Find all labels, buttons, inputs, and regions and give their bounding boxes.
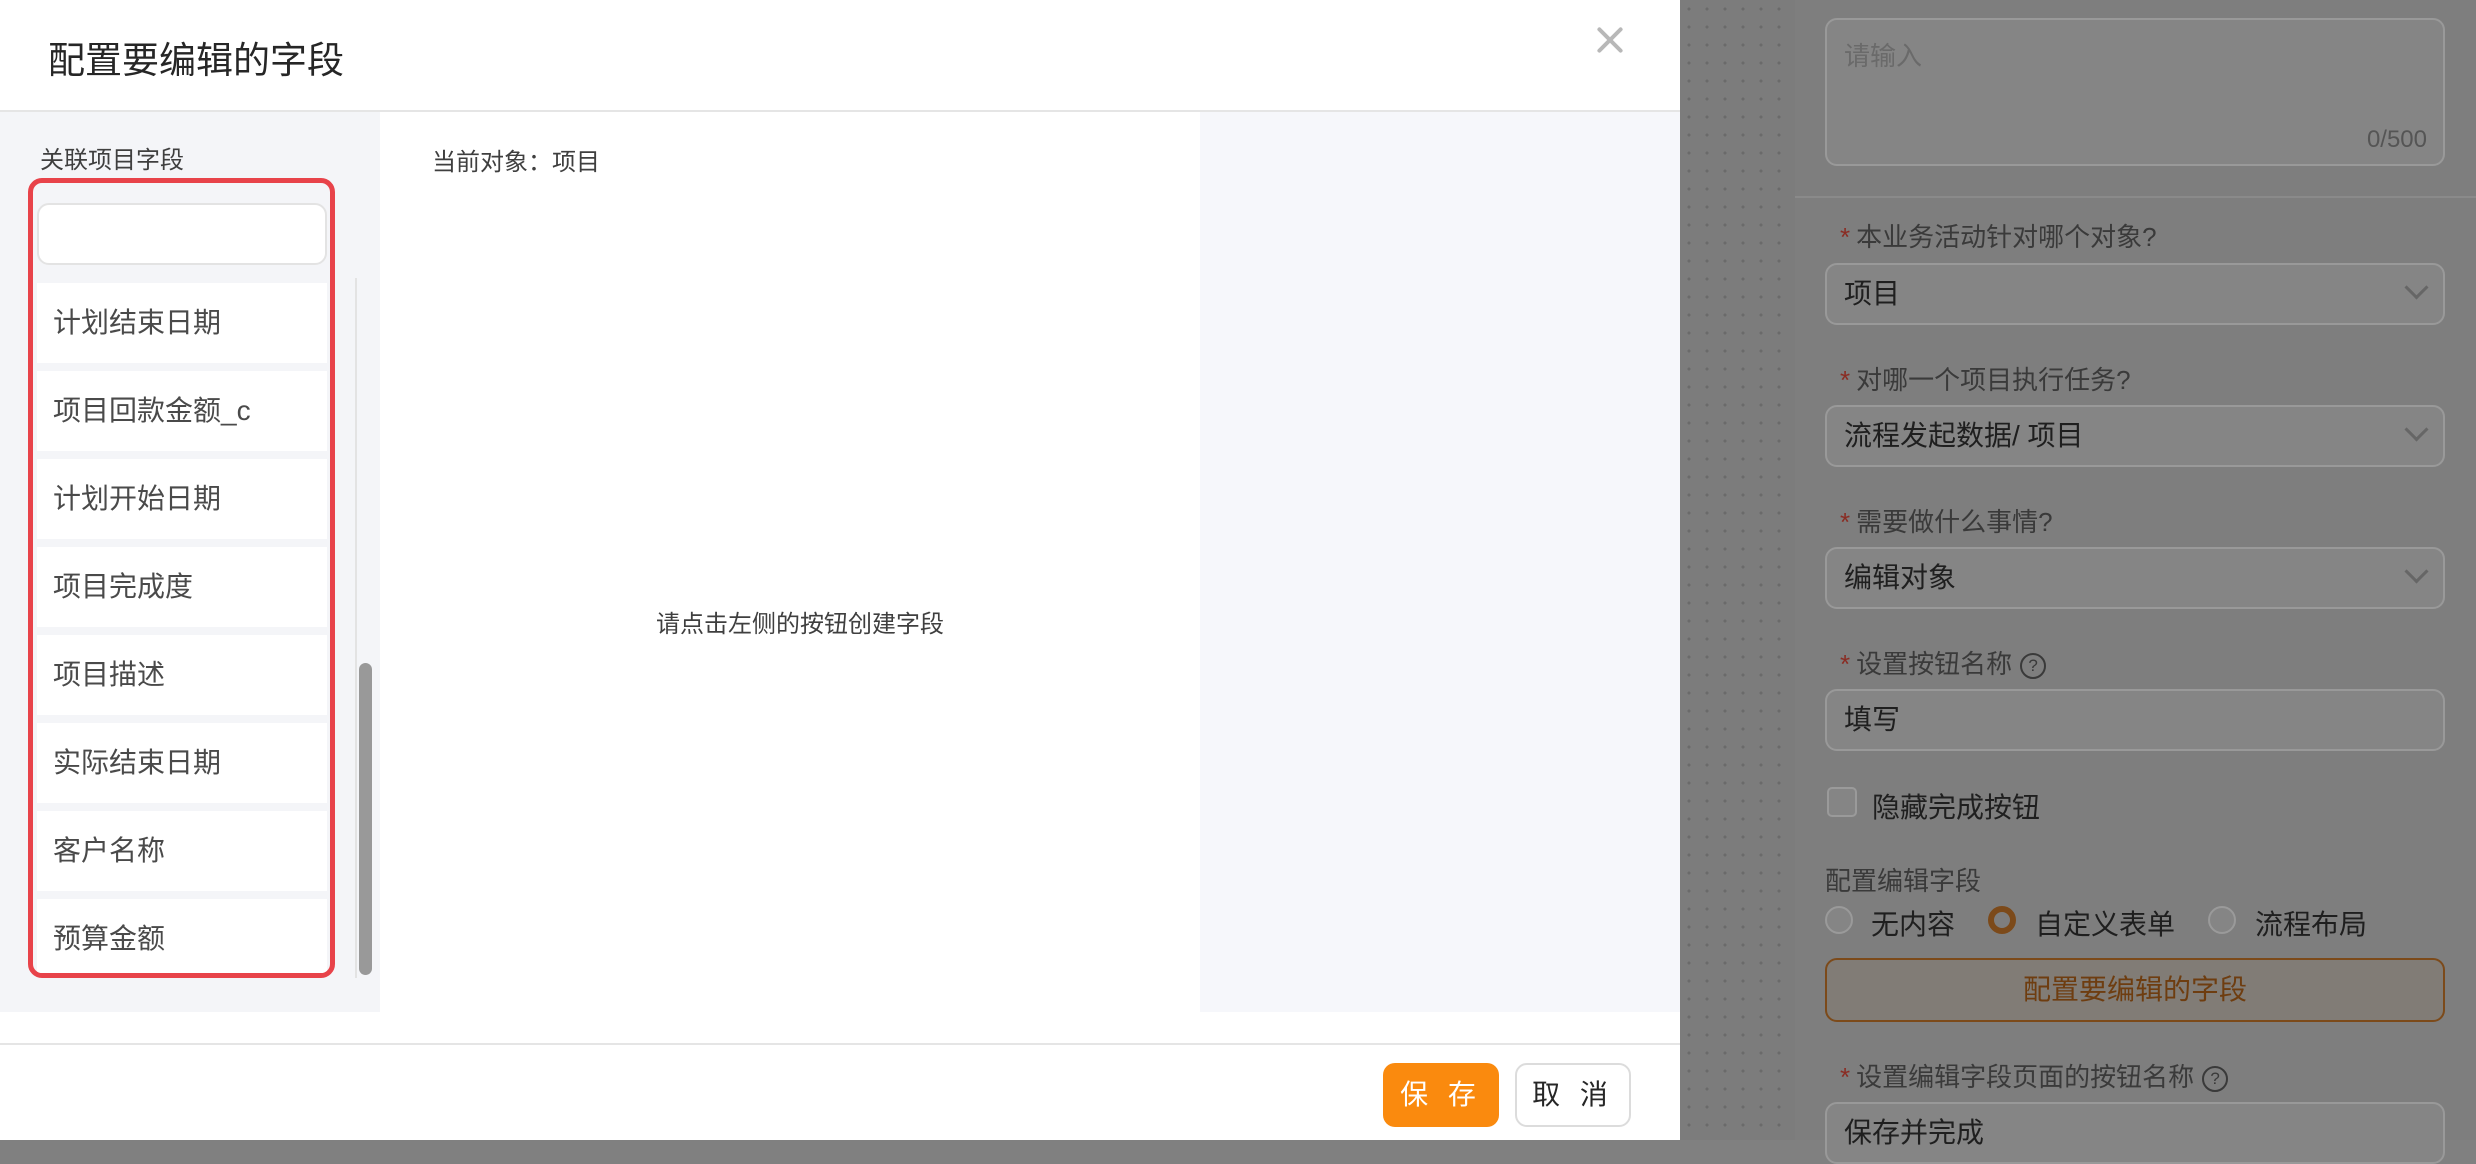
object-question-label: * 本业务活动针对哪个对象? bbox=[1840, 222, 2157, 252]
configure-fields-modal: 配置要编辑的字段 关联项目字段 计划结束日期 项目回款金额_c 计划开始日期 项… bbox=[0, 0, 1680, 1140]
radio-flow-layout-label: 流程布局 bbox=[2255, 909, 2368, 940]
scrollbar-track bbox=[355, 278, 357, 978]
save-button[interactable]: 保 存 bbox=[1383, 1063, 1499, 1127]
description-counter: 0/500 bbox=[2366, 126, 2427, 153]
modal-title: 配置要编辑的字段 bbox=[48, 40, 344, 81]
action-select[interactable]: 编辑对象 bbox=[1825, 547, 2445, 609]
object-select[interactable]: 项目 bbox=[1825, 263, 2445, 325]
button-name-input[interactable]: 填写 bbox=[1825, 689, 2445, 751]
radio-flow-layout[interactable] bbox=[2208, 906, 2236, 934]
settings-panel: 请输入 0/500 * 本业务活动针对哪个对象? 项目 * 对哪一个项目执行任务? … bbox=[1795, 0, 2476, 1164]
chevron-down-icon bbox=[2404, 417, 2429, 442]
field-item-customer-name[interactable]: 客户名称 bbox=[37, 811, 327, 891]
field-item-plan-end-date[interactable]: 计划结束日期 bbox=[37, 283, 327, 363]
field-item-budget-amount[interactable]: 预算金额 bbox=[37, 899, 327, 973]
form-canvas bbox=[380, 112, 1200, 1012]
edit-page-button-label: * 设置编辑字段页面的按钮名称? bbox=[1840, 1057, 2229, 1094]
field-list-title: 关联项目字段 bbox=[40, 147, 184, 174]
scrollbar-thumb[interactable] bbox=[359, 663, 372, 975]
footer-divider bbox=[0, 1043, 1680, 1045]
empty-hint: 请点击左侧的按钮创建字段 bbox=[656, 611, 944, 638]
field-item-plan-start-date[interactable]: 计划开始日期 bbox=[37, 459, 327, 539]
button-name-value: 填写 bbox=[1844, 704, 1901, 735]
description-textarea[interactable]: 请输入 0/500 bbox=[1825, 18, 2445, 166]
close-icon[interactable] bbox=[1590, 20, 1630, 60]
field-item-payment-amount[interactable]: 项目回款金额_c bbox=[37, 371, 327, 451]
config-fields-button-label: 配置要编辑的字段 bbox=[2022, 974, 2247, 1005]
target-select-value: 流程发起数据/ 项目 bbox=[1844, 420, 2084, 451]
help-icon[interactable]: ? bbox=[2020, 653, 2047, 680]
current-object-label: 当前对象：项目 bbox=[432, 149, 600, 176]
cancel-button[interactable]: 取 消 bbox=[1515, 1063, 1631, 1127]
target-question-label: * 对哪一个项目执行任务? bbox=[1840, 365, 2131, 395]
radio-no-content-label: 无内容 bbox=[1871, 909, 1956, 940]
field-search-input[interactable] bbox=[37, 203, 327, 265]
target-select[interactable]: 流程发起数据/ 项目 bbox=[1825, 405, 2445, 467]
field-item-description[interactable]: 项目描述 bbox=[37, 635, 327, 715]
edit-page-button-input[interactable]: 保存并完成 bbox=[1825, 1102, 2445, 1164]
help-icon[interactable]: ? bbox=[2202, 1066, 2229, 1093]
edit-page-button-value: 保存并完成 bbox=[1844, 1117, 1985, 1148]
object-select-value: 项目 bbox=[1844, 278, 1901, 309]
radio-custom-form[interactable] bbox=[1988, 906, 2016, 934]
radio-custom-form-label: 自定义表单 bbox=[2035, 909, 2176, 940]
property-column bbox=[1200, 112, 1680, 1012]
hide-complete-checkbox[interactable] bbox=[1827, 787, 1857, 817]
config-fields-button[interactable]: 配置要编辑的字段 bbox=[1825, 958, 2445, 1022]
field-item-completion[interactable]: 项目完成度 bbox=[37, 547, 327, 627]
description-placeholder: 请输入 bbox=[1844, 41, 1923, 71]
action-question-label: * 需要做什么事情? bbox=[1840, 507, 2053, 537]
field-item-actual-end-date[interactable]: 实际结束日期 bbox=[37, 723, 327, 803]
radio-no-content[interactable] bbox=[1825, 906, 1853, 934]
section-divider bbox=[1795, 196, 2476, 198]
hide-complete-label: 隐藏完成按钮 bbox=[1872, 792, 2041, 823]
chevron-down-icon bbox=[2404, 275, 2429, 300]
button-name-label: * 设置按钮名称? bbox=[1840, 644, 2047, 681]
background-dotted-area bbox=[1680, 0, 1795, 1140]
chevron-down-icon bbox=[2404, 559, 2429, 584]
config-fields-label: 配置编辑字段 bbox=[1825, 866, 1982, 896]
action-select-value: 编辑对象 bbox=[1844, 562, 1957, 593]
field-list-panel: 计划结束日期 项目回款金额_c 计划开始日期 项目完成度 项目描述 实际结束日期… bbox=[28, 178, 335, 978]
